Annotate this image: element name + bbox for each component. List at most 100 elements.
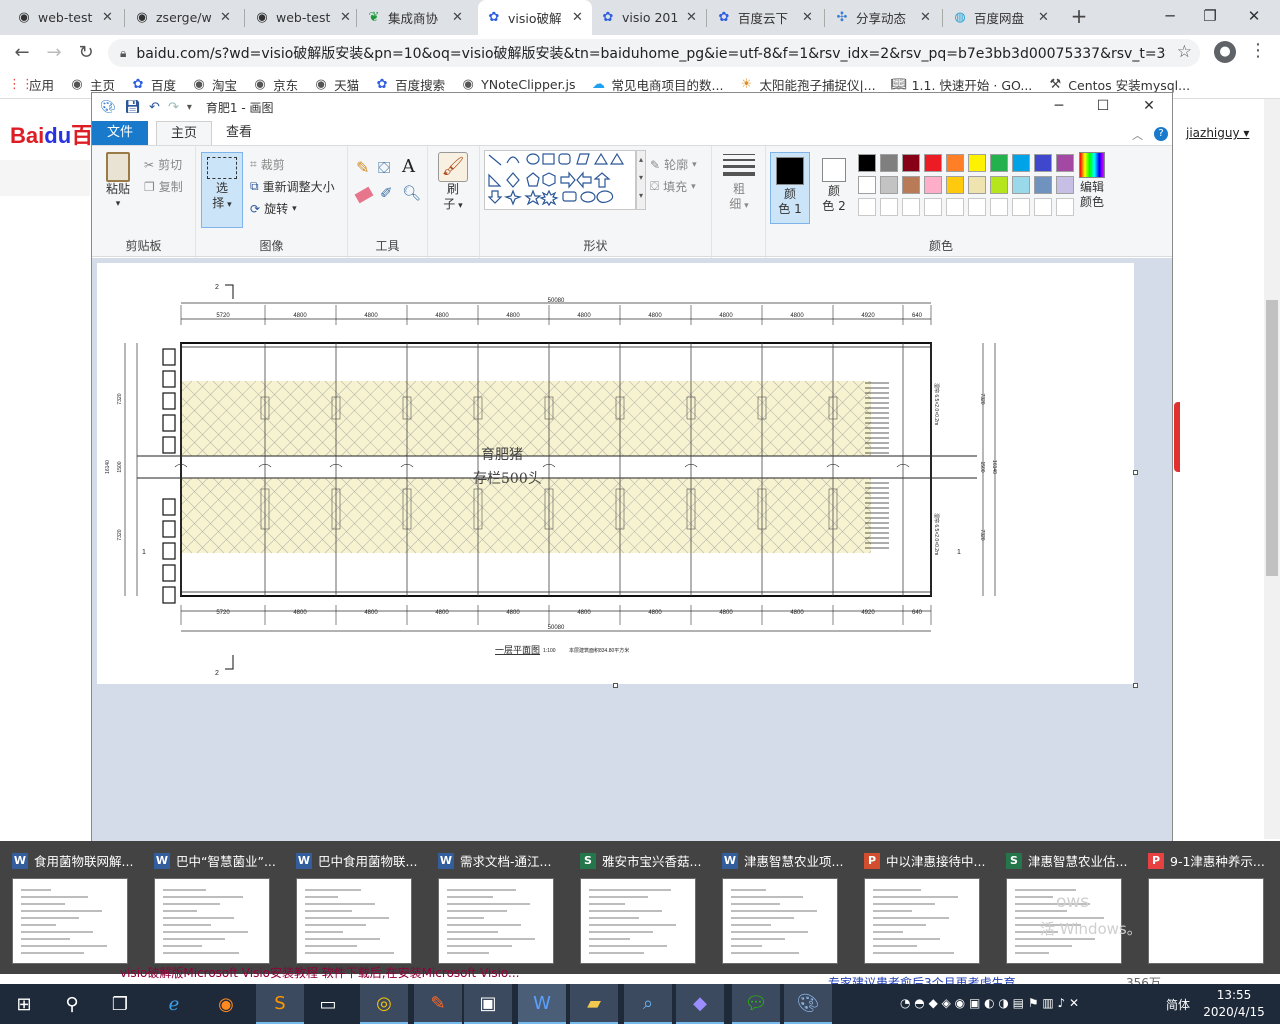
edit-colors-button[interactable]: 编辑 颜色 [1072, 152, 1112, 210]
redo-icon[interactable]: ↷ [168, 100, 179, 115]
terminal-taskbar-button[interactable]: ▭ [304, 984, 352, 1024]
search-button[interactable]: ⚲ [48, 984, 96, 1024]
profile-avatar[interactable]: ● [1214, 41, 1236, 63]
save-icon[interactable]: 💾︎ [125, 100, 142, 115]
canvas-resize-handle-right[interactable] [1133, 470, 1138, 475]
quick-access-dropdown-icon[interactable]: ▾ [187, 102, 192, 113]
tab-close-icon[interactable]: ✕ [1038, 10, 1050, 25]
palette-swatch[interactable] [946, 154, 964, 172]
paste-button[interactable]: 粘贴 ▾ [100, 152, 136, 212]
shapes-gallery[interactable] [484, 150, 636, 210]
color-picker-icon[interactable]: ✐ [380, 184, 393, 202]
thumbnail-preview-image[interactable] [438, 878, 554, 964]
paint-taskbar-button[interactable]: 🎨︎ [784, 984, 832, 1024]
eraser-icon[interactable] [354, 186, 374, 204]
thumbnail-title[interactable]: S 津惠智慧农业估... [1006, 851, 1132, 870]
palette-swatch[interactable] [1012, 176, 1030, 194]
thumbnail-preview-image[interactable] [864, 878, 980, 964]
start-button[interactable]: ⊞ [0, 984, 48, 1024]
thumbnail-title[interactable]: P 9-1津惠种养示... [1148, 851, 1274, 870]
explorer-taskbar-button[interactable]: ▰ [570, 984, 618, 1024]
fill-bucket-icon[interactable]: ⛋ [378, 158, 390, 178]
thumbnail-title[interactable]: W 巴中食用菌物联... [296, 851, 422, 870]
thumbnail-title[interactable]: S 雅安市宝兴香菇... [580, 851, 706, 870]
wechat-taskbar-button[interactable]: 💬︎ [732, 984, 780, 1024]
gallery-taskbar-button[interactable]: ◆ [676, 984, 724, 1024]
undo-icon[interactable]: ↶ [149, 100, 160, 115]
canvas-resize-handle-bottom[interactable] [613, 683, 618, 688]
baidu-side-badge[interactable] [1174, 402, 1180, 472]
palette-empty-slot[interactable] [946, 198, 964, 216]
tab-close-icon[interactable]: ✕ [102, 10, 114, 25]
palette-swatch[interactable] [924, 176, 942, 194]
url-text[interactable]: baidu.com/s?wd=visio破解版安装&pn=10&oq=visio… [136, 43, 1166, 63]
palette-swatch[interactable] [1056, 176, 1074, 194]
close-window-button[interactable]: ✕ [1234, 3, 1274, 29]
thumbnail-title[interactable]: W 需求文档-通江... [438, 851, 564, 870]
omnibox[interactable]: 🔒︎ baidu.com/s?wd=visio破解版安装&pn=10&oq=vi… [108, 39, 1200, 67]
palette-empty-slot[interactable] [1056, 198, 1074, 216]
size-button[interactable]: 粗 细 ▾ [720, 152, 758, 214]
palette-empty-slot[interactable] [880, 198, 898, 216]
restore-button[interactable]: ❐ [1190, 3, 1230, 29]
thumbnail-preview-image[interactable] [580, 878, 696, 964]
tab-close-icon[interactable]: ✕ [572, 10, 584, 25]
bookmark-item[interactable]: ◉ YNoteClipper.js [460, 77, 575, 92]
palette-swatch[interactable] [990, 176, 1008, 194]
palette-swatch[interactable] [902, 176, 920, 194]
palette-swatch[interactable] [880, 154, 898, 172]
reload-button[interactable]: ↻ [72, 40, 100, 66]
thumbnail-title[interactable]: W 食用菌物联网解... [12, 851, 138, 870]
thumbnail-preview-image[interactable] [12, 878, 128, 964]
paint-maximize-button[interactable]: ☐ [1080, 93, 1126, 121]
bookmark-item[interactable]: ⋮⋮ 应用 [8, 75, 54, 94]
browser-tab[interactable]: ◉ zserge/w ✕ [126, 0, 240, 35]
thumbnail-preview-image[interactable] [296, 878, 412, 964]
tab-close-icon[interactable]: ✕ [920, 10, 932, 25]
thumbnail-title[interactable]: W 巴中“智慧菌业”... [154, 851, 280, 870]
browser-tab[interactable]: ✣ 分享动态 ✕ [826, 0, 940, 35]
word-taskbar-button[interactable]: W [518, 984, 566, 1024]
tab-close-icon[interactable]: ✕ [220, 10, 232, 25]
browser-tab[interactable]: ◍ 百度网盘 ✕ [944, 0, 1058, 35]
baidu-result-snippet[interactable]: visio破解版Microsoft Visio安装教程 软件下载后,在安装Mic… [120, 964, 560, 981]
tab-file[interactable]: 文件 [92, 121, 148, 145]
palette-empty-slot[interactable] [858, 198, 876, 216]
browser-tab[interactable]: ✿ visio 201 ✕ [592, 0, 706, 35]
paint-minimize-button[interactable]: ─ [1036, 93, 1082, 121]
page-scrollbar-thumb[interactable] [1266, 300, 1278, 576]
clock[interactable]: 13:55 2020/4/15 [1202, 987, 1266, 1021]
palette-empty-slot[interactable] [968, 198, 986, 216]
sublime-taskbar-button[interactable]: S [256, 984, 304, 1024]
palette-swatch[interactable] [990, 154, 1008, 172]
draw-app-taskbar-button[interactable]: ✎ [414, 984, 462, 1024]
palette-empty-slot[interactable] [1012, 198, 1030, 216]
color2-button[interactable]: 颜 色 2 [814, 152, 854, 214]
thumbnail-preview-image[interactable] [722, 878, 838, 964]
tab-close-icon[interactable]: ✕ [686, 10, 698, 25]
tab-close-icon[interactable]: ✕ [802, 10, 814, 25]
help-icon[interactable]: ? [1154, 127, 1168, 141]
bookmark-star-icon[interactable]: ☆ [1177, 42, 1192, 62]
chrome-menu-button[interactable]: ⋮ [1248, 40, 1268, 61]
palette-swatch[interactable] [880, 176, 898, 194]
ime-indicator[interactable]: 简体 [1166, 996, 1190, 1013]
paint-close-button[interactable]: ✕ [1126, 93, 1172, 121]
tab-close-icon[interactable]: ✕ [452, 10, 464, 25]
baidu-logo[interactable]: Baidu百 [10, 118, 93, 150]
thumbnail-preview-image[interactable] [154, 878, 270, 964]
palette-swatch[interactable] [968, 176, 986, 194]
palette-empty-slot[interactable] [924, 198, 942, 216]
brushes-button[interactable]: 🖌︎ 刷 子 ▾ [434, 152, 472, 214]
palette-swatch[interactable] [858, 176, 876, 194]
outline-button[interactable]: ✎ 轮廓 ▾ [650, 156, 697, 173]
pencil-icon[interactable]: ✎ [356, 158, 369, 177]
crop-button[interactable]: ⌗ 裁剪 [250, 156, 285, 173]
palette-swatch[interactable] [1056, 154, 1074, 172]
browser-tab[interactable]: ◉ web-test ✕ [246, 0, 360, 35]
palette-swatch[interactable] [924, 154, 942, 172]
thumbnail-title[interactable]: W 津惠智慧农业项... [722, 851, 848, 870]
palette-swatch[interactable] [946, 176, 964, 194]
shapes-scroll[interactable]: ▴ ▾ ▾ [636, 150, 646, 210]
tray-icons[interactable]: ◔ ◓ ◆ ◈ ◉ ▣ ◐ ◑ ▤ ⚑ ▥ ♪ ✕ [900, 996, 1079, 1010]
